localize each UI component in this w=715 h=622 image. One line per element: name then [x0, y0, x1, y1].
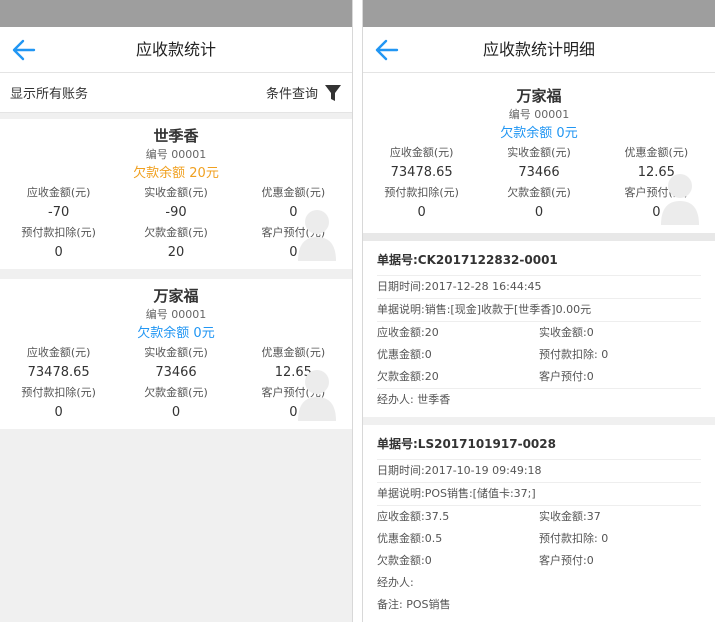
document-datetime: 日期时间:2017-12-28 16:44:45 [377, 276, 701, 299]
value-prepay-deduct: 0 [54, 405, 63, 420]
customer-code: 编号 00001 [145, 148, 207, 161]
user-silhouette-icon [298, 210, 336, 261]
label-discount: 优惠金额(元) [261, 186, 326, 199]
label-received: 实收金额(元) [144, 186, 208, 199]
discount-amount: 优惠金额:0 [377, 348, 432, 361]
document-number: 单据号:CK2017122832-0001 [377, 245, 701, 276]
label-debt: 欠款金额(元) [507, 186, 571, 199]
document-number: 单据号:LS2017101917-0028 [377, 429, 701, 460]
label-debt: 欠款金额(元) [144, 226, 208, 239]
debt-balance: 欠款余额 0元 [500, 126, 578, 141]
document-datetime: 日期时间:2017-10-19 09:49:18 [377, 460, 701, 483]
customer-prepay-amount: 客户预付:0 [539, 370, 594, 383]
label-discount: 优惠金额(元) [624, 146, 689, 159]
received-amount: 实收金额:37 [539, 510, 601, 523]
back-button[interactable] [10, 37, 38, 63]
amount-pair-row: 应收金额:37.5 实收金额:37 [377, 506, 701, 528]
value-debt: 20 [167, 245, 185, 260]
customer-card[interactable]: 万家福 编号 00001 欠款余额 0元 应收金额(元) 实收金额(元) 优惠金… [0, 279, 352, 429]
back-button[interactable] [373, 37, 401, 63]
document-note: 备注: POS销售 [377, 598, 451, 611]
label-debt: 欠款金额(元) [144, 386, 208, 399]
customer-prepay-amount: 客户预付:0 [539, 554, 594, 567]
label-prepay-deduct: 预付款扣除(元) [384, 186, 459, 199]
amount-pair-row: 应收金额:20 实收金额:0 [377, 322, 701, 344]
divider [363, 233, 715, 241]
status-bar [363, 0, 715, 27]
title-bar: 应收款统计明细 [363, 27, 715, 73]
funnel-icon [325, 84, 341, 101]
value-prepay-deduct: 0 [417, 205, 426, 220]
customer-summary-card: 万家福 编号 00001 欠款余额 0元 应收金额(元) 实收金额(元) 优惠金… [363, 73, 715, 233]
document-entry[interactable]: 单据号:CK2017122832-0001 日期时间:2017-12-28 16… [363, 241, 715, 417]
left-screen: 应收款统计 显示所有账务 条件查询 世季香 编号 00001 欠款余额 20元 … [0, 0, 353, 622]
right-screen: 应收款统计明细 万家福 编号 00001 欠款余额 0元 应收金额(元) 实收金… [362, 0, 715, 622]
customer-name: 万家福 [153, 287, 199, 305]
document-entry[interactable]: 单据号:LS2017101917-0028 日期时间:2017-10-19 09… [363, 425, 715, 622]
value-received: 73466 [155, 365, 197, 380]
user-silhouette-icon [298, 370, 336, 421]
prepay-deduct-amount: 预付款扣除: 0 [539, 348, 609, 361]
document-description: 单据说明:销售:[现金]收款于[世季香]0.00元 [377, 299, 701, 322]
arrow-left-icon [12, 39, 36, 61]
debt-amount: 欠款金额:0 [377, 554, 432, 567]
value-prepay-deduct: 0 [54, 245, 63, 260]
prepay-deduct-amount: 预付款扣除: 0 [539, 532, 609, 545]
value-debt: 0 [171, 405, 181, 420]
customer-code: 编号 00001 [508, 108, 570, 121]
customer-name: 万家福 [516, 87, 562, 105]
condition-query-button[interactable]: 条件查询 [266, 83, 342, 103]
receivable-amount: 应收金额:37.5 [377, 510, 450, 523]
label-prepay-deduct: 预付款扣除(元) [21, 226, 96, 239]
amount-pair-row: 欠款金额:20 客户预付:0 [377, 366, 701, 389]
debt-balance: 欠款余额 0元 [137, 326, 215, 341]
discount-amount: 优惠金额:0.5 [377, 532, 443, 545]
value-receivable: 73478.65 [27, 365, 90, 380]
debt-amount: 欠款金额:20 [377, 370, 439, 383]
label-receivable: 应收金额(元) [26, 346, 91, 359]
value-debt: 0 [534, 205, 544, 220]
receivable-amount: 应收金额:20 [377, 326, 439, 339]
label-received: 实收金额(元) [144, 346, 208, 359]
amount-pair-row: 优惠金额:0.5 预付款扣除: 0 [377, 528, 701, 550]
handler: 经办人: [377, 576, 414, 589]
value-received: 73466 [518, 165, 560, 180]
label-received: 实收金额(元) [507, 146, 571, 159]
received-amount: 实收金额:0 [539, 326, 594, 339]
label-discount: 优惠金额(元) [261, 346, 326, 359]
show-all-accounts-link[interactable]: 显示所有账务 [10, 83, 88, 102]
value-receivable: -70 [48, 205, 70, 220]
customer-code: 编号 00001 [145, 308, 207, 321]
label-receivable: 应收金额(元) [26, 186, 91, 199]
customer-card[interactable]: 世季香 编号 00001 欠款余额 20元 应收金额(元) 实收金额(元) 优惠… [0, 119, 352, 269]
arrow-left-icon [375, 39, 399, 61]
user-silhouette-icon [661, 174, 699, 225]
debt-balance: 欠款余额 20元 [133, 166, 219, 181]
amount-pair-row: 优惠金额:0 预付款扣除: 0 [377, 344, 701, 366]
page-title: 应收款统计 [135, 40, 216, 59]
amount-pair-row: 欠款金额:0 客户预付:0 [377, 550, 701, 572]
title-bar: 应收款统计 [0, 27, 352, 73]
status-bar [0, 0, 352, 27]
handler: 经办人: 世季香 [377, 393, 451, 406]
label-receivable: 应收金额(元) [389, 146, 454, 159]
filter-bar: 显示所有账务 条件查询 [0, 73, 352, 113]
customer-name: 世季香 [153, 127, 199, 145]
value-received: -90 [165, 205, 187, 220]
label-prepay-deduct: 预付款扣除(元) [21, 386, 96, 399]
value-receivable: 73478.65 [390, 165, 453, 180]
condition-query-label: 条件查询 [265, 87, 318, 102]
document-description: 单据说明:POS销售:[储值卡:37;] [377, 483, 701, 506]
page-title: 应收款统计明细 [482, 40, 595, 59]
